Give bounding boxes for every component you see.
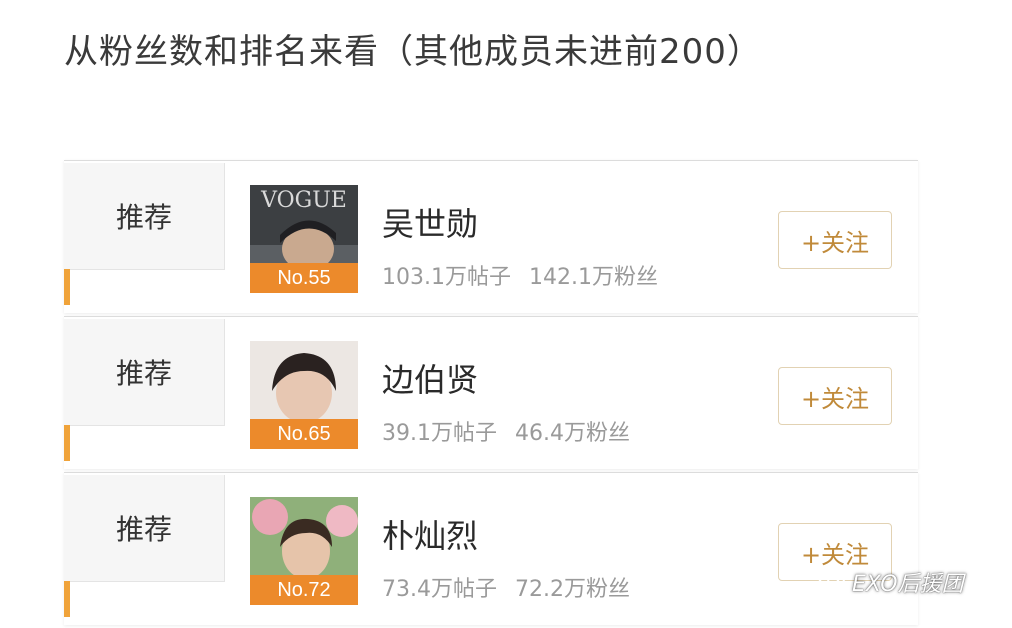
follow-button[interactable]: +关注 [778,211,892,269]
accent-bar [64,581,70,617]
member-stats: 73.4万帖子 72.2万粉丝 [382,571,630,603]
fan-count: 72.2万粉丝 [515,577,630,602]
watermark-text: EXO后援团 [852,572,964,597]
wechat-icon [818,567,846,597]
member-stats: 39.1万帖子 46.4万粉丝 [382,415,630,447]
accent-bar [64,425,70,461]
member-name[interactable]: 吴世勋 [382,199,478,245]
rank-badge: No.72 [250,575,358,605]
post-count: 39.1万帖子 [382,421,497,446]
member-card: 推荐 VOGUE No.55 吴世勋 103.1万帖子 142.1万粉丝 +关注 [64,160,918,313]
avatar[interactable]: No.65 [250,341,358,449]
member-card: 推荐 No.65 边伯贤 39.1万帖子 46.4万粉丝 +关注 [64,316,918,469]
member-card: 推荐 No.72 朴灿烈 73.4万帖子 72.2万粉丝 +关注 [64,472,918,625]
recommend-tab[interactable]: 推荐 [64,319,225,426]
avatar[interactable]: No.72 [250,497,358,605]
rank-badge: No.65 [250,419,358,449]
avatar[interactable]: VOGUE No.55 [250,185,358,293]
post-count: 103.1万帖子 [382,265,511,290]
fan-count: 142.1万粉丝 [528,265,658,290]
page-heading: 从粉丝数和排名来看（其他成员未进前200） [64,32,762,72]
fan-count: 46.4万粉丝 [515,421,630,446]
member-name[interactable]: 朴灿烈 [382,511,478,557]
member-stats: 103.1万帖子 142.1万粉丝 [382,259,658,291]
post-count: 73.4万帖子 [382,577,497,602]
recommend-tab[interactable]: 推荐 [64,163,225,270]
rank-badge: No.55 [250,263,358,293]
accent-bar [64,269,70,305]
watermark: EXO后援团 [818,566,964,598]
follow-button[interactable]: +关注 [778,367,892,425]
vogue-logo: VOGUE [260,188,347,213]
member-name[interactable]: 边伯贤 [382,355,478,401]
recommend-tab[interactable]: 推荐 [64,475,225,582]
